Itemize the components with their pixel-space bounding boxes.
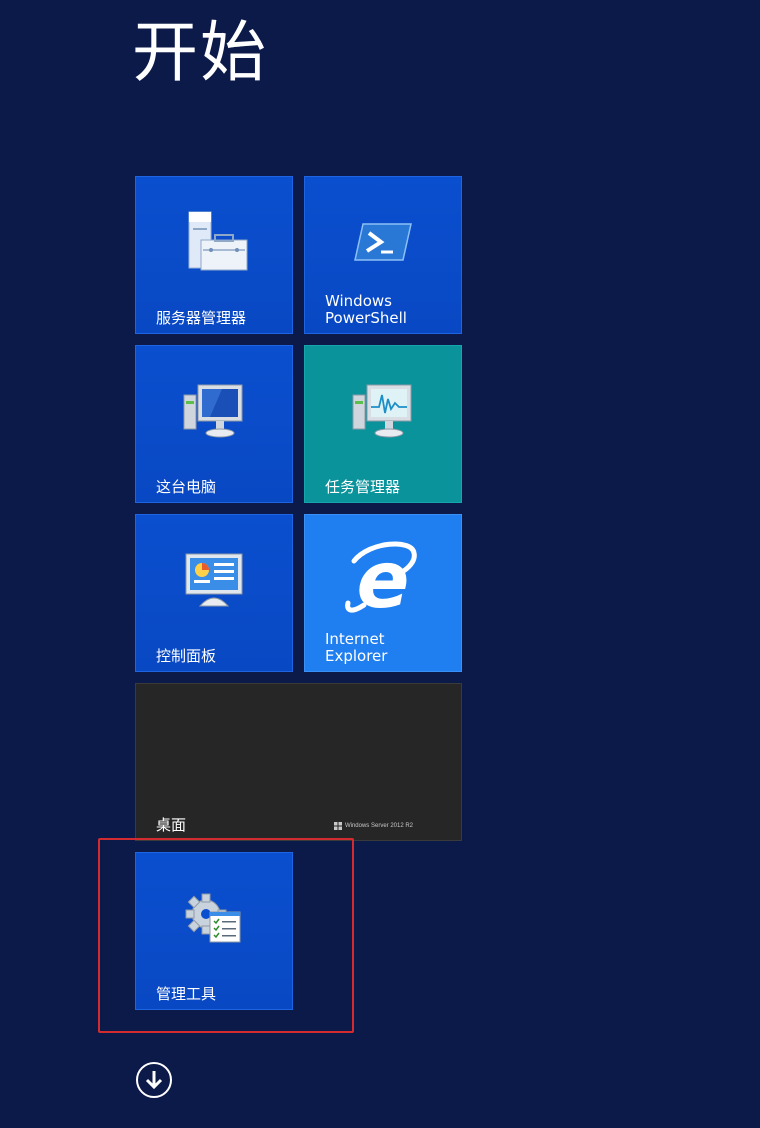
task-manager-icon [305,376,461,446]
tile-label: 控制面板 [156,647,217,665]
tile-label: 服务器管理器 [156,309,247,327]
tile-this-pc[interactable]: 这台电脑 [135,345,293,503]
tile-desktop[interactable]: 桌面 Windows Server 2012 R2 [135,683,462,841]
start-screen: 开始 服务器管理器 Windows PowerShell 这台电脑 任务管理器 … [0,0,760,1128]
tile-label: 任务管理器 [325,478,401,496]
windows-logo-icon [333,822,342,830]
powershell-icon [305,207,461,277]
tile-task-manager[interactable]: 任务管理器 [304,345,462,503]
server-manager-icon [136,207,292,277]
internet-explorer-icon: e [305,537,461,621]
computer-icon [136,376,292,446]
administrative-tools-icon [136,883,292,953]
tile-windows-powershell[interactable]: Windows PowerShell [304,176,462,334]
control-panel-icon [136,545,292,615]
tile-label: 管理工具 [156,985,217,1003]
tile-administrative-tools[interactable]: 管理工具 [135,852,293,1010]
tile-label: Windows PowerShell [325,292,407,327]
windows-server-brand: Windows Server 2012 R2 [333,822,413,830]
down-arrow-icon [145,1071,163,1090]
tile-server-manager[interactable]: 服务器管理器 [135,176,293,334]
all-apps-button[interactable] [136,1062,172,1098]
tile-label: 这台电脑 [156,478,217,496]
tile-control-panel[interactable]: 控制面板 [135,514,293,672]
tile-label: 桌面 [156,816,187,834]
tile-internet-explorer[interactable]: e Internet Explorer [304,514,462,672]
page-title: 开始 [132,14,268,91]
windows-server-brand-text: Windows Server 2012 R2 [344,823,413,829]
tile-label: Internet Explorer [325,630,388,665]
